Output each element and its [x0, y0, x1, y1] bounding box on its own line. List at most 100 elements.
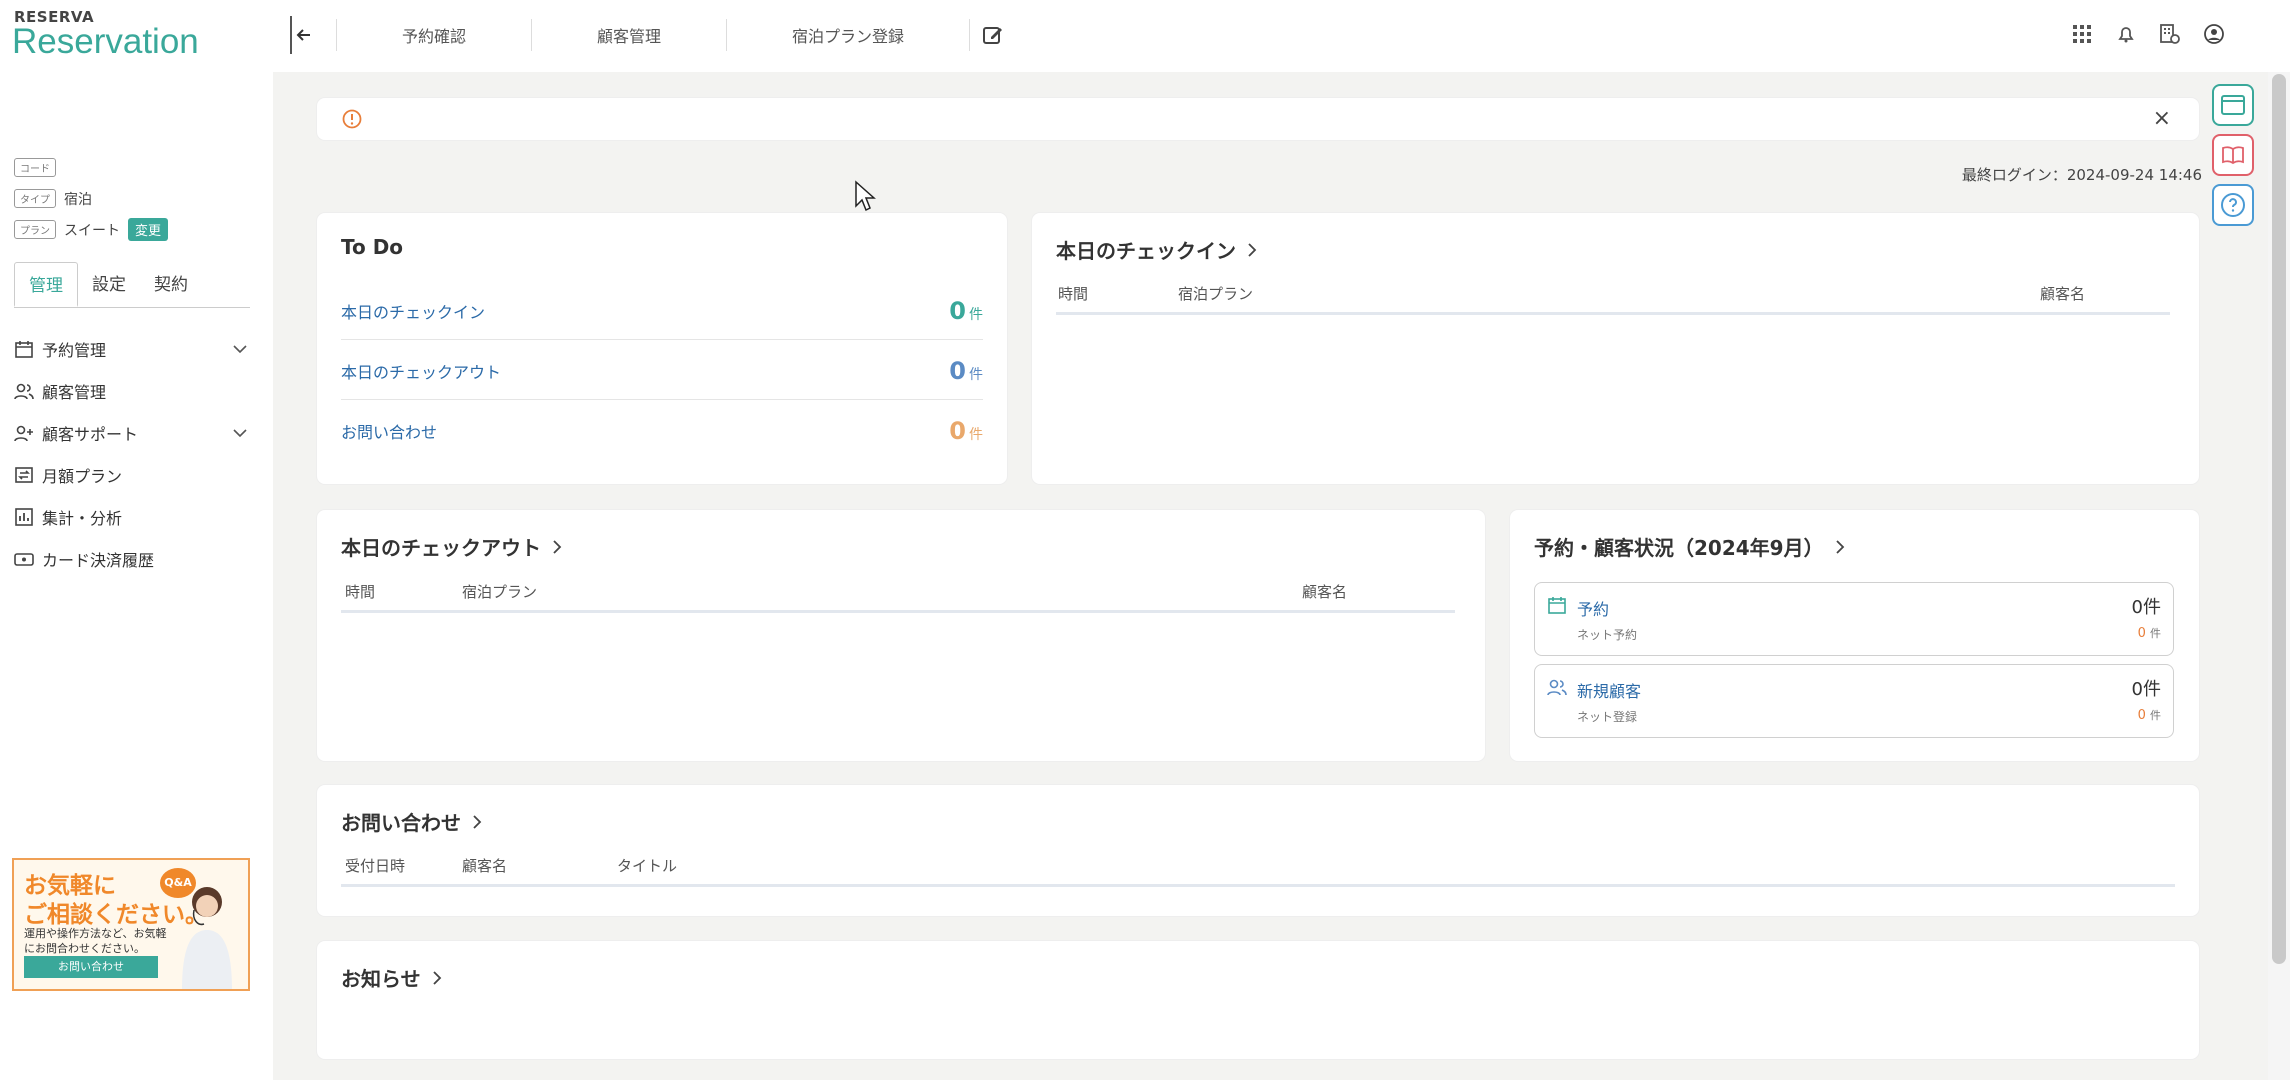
- banner-contact-button[interactable]: お問い合わせ: [24, 956, 158, 978]
- stat-label[interactable]: 予約: [1577, 596, 1609, 620]
- sidebar-item-label: 集計・分析: [42, 509, 123, 528]
- sidebar-item-label: カード決済履歴: [42, 551, 155, 570]
- alert-bar: ×: [317, 98, 2199, 140]
- nav-customer-management[interactable]: 顧客管理: [532, 23, 726, 47]
- todo-title: To Do: [341, 235, 403, 259]
- arrow-left-icon: [296, 29, 310, 41]
- user-plus-icon: [14, 425, 33, 442]
- sidebar-item-label: 顧客管理: [42, 383, 107, 402]
- stat-count-unit: 件: [2143, 597, 2161, 618]
- checkout-title: 本日のチェックアウト: [341, 536, 541, 560]
- sidebar-item-analytics[interactable]: 集計・分析: [14, 496, 250, 538]
- manual-float-button[interactable]: [2212, 134, 2254, 176]
- chevron-right-icon: [553, 539, 562, 554]
- todo-unit: 件: [969, 306, 983, 323]
- col-customer: 顧客名: [2040, 285, 2086, 303]
- todo-count: 0: [949, 356, 966, 385]
- stat-count: 0件: [2132, 593, 2161, 619]
- stat-count: 0件: [2132, 675, 2161, 701]
- checkin-card: 本日のチェックイン 時間 宿泊プラン 顧客名: [1032, 213, 2199, 484]
- new-customer-stat: 新規顧客 ネット登録 0件 0 件: [1534, 664, 2174, 738]
- top-right-tools: [2070, 22, 2226, 46]
- tab-contract[interactable]: 契約: [140, 262, 202, 307]
- news-title: お知らせ: [341, 967, 421, 991]
- col-time: 時間: [1058, 285, 1089, 303]
- scrollbar-thumb[interactable]: [2272, 74, 2286, 964]
- inquiry-title: お問い合わせ: [341, 811, 461, 835]
- col-title: タイトル: [617, 857, 678, 875]
- bell-icon[interactable]: [2114, 22, 2138, 46]
- stat-sub-count-value: 0: [2137, 708, 2146, 723]
- sidebar-item-support[interactable]: 顧客サポート: [14, 412, 250, 454]
- todo-row-checkout: 本日のチェックアウト 0件: [341, 342, 983, 400]
- page-scrollbar[interactable]: [2268, 72, 2290, 1080]
- col-plan: 宿泊プラン: [1178, 285, 1254, 303]
- nav-reservation-check[interactable]: 予約確認: [337, 23, 531, 47]
- book-icon: [2222, 146, 2244, 165]
- close-icon[interactable]: ×: [2153, 106, 2171, 131]
- checkout-table-header: 時間 宿泊プラン 顧客名: [341, 573, 1455, 613]
- window-float-button[interactable]: [2212, 84, 2254, 126]
- sidebar-item-card-history[interactable]: カード決済履歴: [14, 538, 250, 580]
- inquiry-card: お問い合わせ 受付日時 顧客名 タイトル: [317, 785, 2199, 916]
- col-plan: 宿泊プラン: [462, 583, 538, 601]
- stat-sub-count: 0 件: [2138, 707, 2161, 723]
- stat-sub-unit: 件: [2150, 627, 2161, 640]
- help-float-button[interactable]: [2212, 184, 2254, 226]
- edit-icon[interactable]: [982, 24, 1004, 46]
- sidebar-item-monthly-plan[interactable]: 月額プラン: [14, 454, 250, 496]
- tab-management[interactable]: 管理: [14, 262, 78, 307]
- banner-text: 運用や操作方法など、お気軽にお問合わせください。: [24, 927, 167, 955]
- todo-label[interactable]: 本日のチェックアウト: [341, 359, 501, 383]
- stat-count-value: 0: [2131, 597, 2143, 618]
- tab-settings[interactable]: 設定: [78, 262, 140, 307]
- sidebar: コード タイプ 宿泊 プラン スイート 変更 管理 設定 契約 予約管理 顧客管理 顧…: [0, 72, 273, 1080]
- todo-row-inquiry: お問い合わせ 0件: [341, 402, 983, 460]
- stat-sub-unit: 件: [2150, 709, 2161, 722]
- chevron-right-icon: [1835, 539, 1844, 554]
- warning-icon: [342, 109, 362, 129]
- col-customer: 顧客名: [462, 857, 508, 875]
- stat-count-unit: 件: [2143, 679, 2161, 700]
- help-headset-icon: [2221, 193, 2245, 217]
- reservation-stat: 予約 ネット予約 0件 0 件: [1534, 582, 2174, 656]
- stat-sub-label: ネット登録: [1577, 710, 1638, 724]
- chevron-down-icon: [233, 429, 247, 438]
- nav-plan-registration[interactable]: 宿泊プラン登録: [727, 23, 969, 47]
- todo-unit: 件: [969, 366, 983, 383]
- sidebar-item-reservations[interactable]: 予約管理: [14, 328, 250, 370]
- checkout-card: 本日のチェックアウト 時間 宿泊プラン 顧客名: [317, 510, 1485, 761]
- chevron-right-icon: [1248, 242, 1257, 257]
- account-icon[interactable]: [2202, 22, 2226, 46]
- todo-count: 0: [949, 417, 966, 445]
- contact-banner[interactable]: お気軽に ご相談ください。 運用や操作方法など、お気軽にお問合わせください。 お…: [12, 858, 250, 991]
- top-bar: RESERVA Reservation 予約確認 顧客管理 宿泊プラン登録: [0, 0, 2290, 72]
- back-arrow-button[interactable]: [290, 16, 316, 54]
- users-icon: [14, 383, 34, 400]
- status-title-link[interactable]: 予約・顧客状況（2024年9月）: [1534, 532, 1846, 561]
- type-value: 宿泊: [64, 191, 92, 208]
- checkout-title-link[interactable]: 本日のチェックアウト: [341, 532, 563, 561]
- grid-menu-icon[interactable]: [2070, 22, 2094, 46]
- chevron-down-icon: [233, 345, 247, 354]
- building-settings-icon[interactable]: [2158, 22, 2182, 46]
- stat-sub-count-value: 0: [2137, 626, 2146, 641]
- status-card: 予約・顧客状況（2024年9月） 予約 ネット予約 0件 0 件 新規顧客 ネッ…: [1510, 510, 2199, 761]
- news-title-link[interactable]: お知らせ: [341, 963, 443, 992]
- brand-logo[interactable]: Reservation: [12, 22, 199, 62]
- chevron-right-icon: [432, 970, 441, 985]
- checkin-title-link[interactable]: 本日のチェックイン: [1056, 235, 1258, 264]
- col-time: 時間: [345, 583, 376, 601]
- change-plan-button[interactable]: 変更: [128, 218, 169, 241]
- sidebar-item-customers[interactable]: 顧客管理: [14, 370, 250, 412]
- facility-info: コード タイプ 宿泊 プラン スイート 変更: [14, 152, 169, 245]
- todo-label[interactable]: お問い合わせ: [341, 419, 437, 443]
- code-tag: コード: [14, 158, 56, 177]
- stat-sub-label: ネット予約: [1577, 628, 1638, 642]
- todo-label[interactable]: 本日のチェックイン: [341, 299, 485, 323]
- todo-unit: 件: [969, 427, 983, 443]
- inquiry-title-link[interactable]: お問い合わせ: [341, 807, 483, 836]
- checkin-table-header: 時間 宿泊プラン 顧客名: [1056, 275, 2170, 315]
- stat-label[interactable]: 新規顧客: [1577, 678, 1641, 702]
- last-login: 最終ログイン：2024-09-24 14:46: [1961, 166, 2202, 184]
